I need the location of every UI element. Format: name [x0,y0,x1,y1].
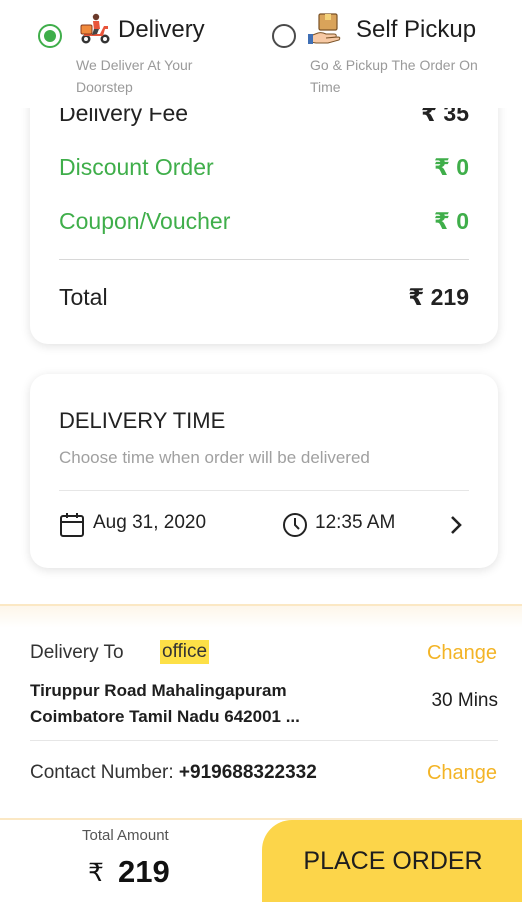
delivery-time[interactable]: 12:35 AM [315,512,395,534]
delivery-eta: 30 Mins [431,690,498,711]
currency-symbol: ₹ [88,859,104,887]
address-tag: office [160,640,210,664]
delivery-date[interactable]: Aug 31, 2020 [93,512,206,534]
summary-divider [59,259,469,260]
clock-icon [283,513,307,537]
self-pickup-radio[interactable] [272,24,296,48]
self-pickup-option-title: Self Pickup [356,16,477,43]
delivery-option-desc: We Deliver At Your Doorstep [76,57,193,95]
discount-label: Discount Order [59,154,214,180]
coupon-value: ₹ 0 [433,208,469,234]
calendar-icon [60,513,84,537]
discount-value: ₹ 0 [433,154,469,180]
address-text: Tiruppur Road Mahalingapuram Coimbatore … [30,678,360,730]
delivery-time-subtitle: Choose time when order will be delivered [59,448,370,467]
coupon-label[interactable]: Coupon/Voucher [59,208,230,235]
delivery-time-picker[interactable]: Aug 31, 2020 12:35 AM [59,510,469,540]
hand-package-icon [308,13,341,44]
address-line-2: Coimbatore Tamil Nadu 642001 ... [30,707,300,726]
place-order-button[interactable]: PLACE ORDER [262,820,522,902]
delivery-to-label: Delivery To [30,642,124,663]
address-line-1: Tiruppur Road Mahalingapuram [30,681,287,700]
delivery-time-divider [59,490,469,491]
delivery-time-title: DELIVERY TIME [59,408,226,433]
coupon-row[interactable]: Coupon/Voucher ₹ 0 [59,208,469,235]
delivery-radio[interactable] [38,24,62,48]
total-row: Total ₹ 219 [59,284,469,311]
section-shadow [0,606,522,628]
contact-number: Contact Number: +919688322332 [30,762,317,784]
chevron-right-icon[interactable] [447,512,465,538]
total-value: ₹ 219 [408,284,469,310]
change-contact-button[interactable]: Change [427,762,497,785]
total-amount-value: 219 [118,854,170,889]
delivery-mode-header: Delivery We Deliver At Your Doorstep Sel… [0,0,522,108]
delivery-time-card: DELIVERY TIME Choose time when order wil… [30,374,498,568]
self-pickup-option-desc: Go & Pickup The Order On Time [310,57,478,95]
total-label: Total [59,284,108,310]
checkout-bar: Total Amount ₹ 219 PLACE ORDER [0,818,522,902]
scooter-delivery-icon [80,13,110,44]
address-divider [30,740,498,741]
total-amount-label: Total Amount [82,827,169,844]
delivery-option-title: Delivery [118,16,205,43]
contact-number-value: +919688322332 [178,762,317,783]
discount-row: Discount Order ₹ 0 [59,154,469,181]
delivery-address-section: Delivery To office Change Tiruppur Road … [0,604,522,818]
change-address-button[interactable]: Change [427,642,497,665]
contact-label: Contact Number: [30,762,174,783]
